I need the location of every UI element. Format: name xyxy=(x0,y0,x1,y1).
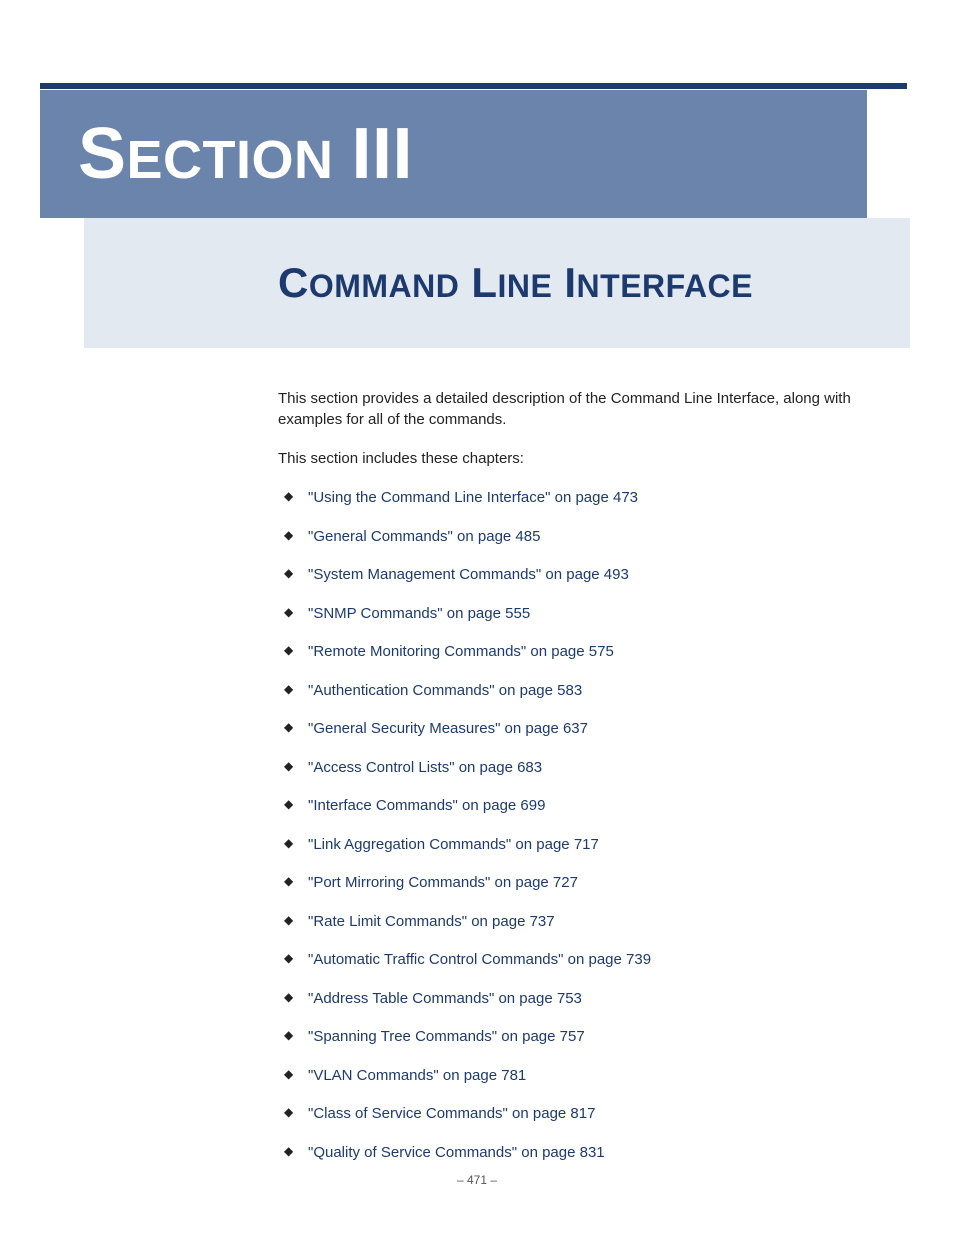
top-rule xyxy=(40,83,907,89)
chapter-link[interactable]: "Quality of Service Commands" on page 83… xyxy=(308,1144,605,1161)
chapter-link[interactable]: "SNMP Commands" on page 555 xyxy=(308,605,530,622)
chapter-link[interactable]: "Rate Limit Commands" on page 737 xyxy=(308,913,555,930)
list-item: "Address Table Commands" on page 753 xyxy=(278,988,878,1009)
list-item: "Automatic Traffic Control Commands" on … xyxy=(278,949,878,970)
list-item: "General Commands" on page 485 xyxy=(278,526,878,547)
section-rest: ECTION xyxy=(127,130,334,190)
chapter-link[interactable]: "Spanning Tree Commands" on page 757 xyxy=(308,1028,585,1045)
lead-paragraph: This section includes these chapters: xyxy=(278,448,878,469)
chapter-link[interactable]: "VLAN Commands" on page 781 xyxy=(308,1067,526,1084)
list-item: "Using the Command Line Interface" on pa… xyxy=(278,487,878,508)
intro-paragraph: This section provides a detailed descrip… xyxy=(278,388,878,430)
chapter-link[interactable]: "System Management Commands" on page 493 xyxy=(308,566,629,583)
chapter-link[interactable]: "General Commands" on page 485 xyxy=(308,528,540,545)
section-initial-s: S xyxy=(78,114,127,194)
content-area: This section provides a detailed descrip… xyxy=(278,388,878,1180)
page-title: COMMANDLINEINTERFACE xyxy=(278,259,753,307)
section-number: III xyxy=(352,114,414,194)
chapter-list: "Using the Command Line Interface" on pa… xyxy=(278,487,878,1163)
list-item: "System Management Commands" on page 493 xyxy=(278,564,878,585)
list-item: "General Security Measures" on page 637 xyxy=(278,718,878,739)
list-item: "SNMP Commands" on page 555 xyxy=(278,603,878,624)
chapter-link[interactable]: "Authentication Commands" on page 583 xyxy=(308,682,582,699)
section-banner: SECTION III xyxy=(40,90,867,218)
chapter-link[interactable]: "Using the Command Line Interface" on pa… xyxy=(308,489,638,506)
page-number: – 471 – xyxy=(0,1173,954,1187)
list-item: "Spanning Tree Commands" on page 757 xyxy=(278,1026,878,1047)
chapter-link[interactable]: "Port Mirroring Commands" on page 727 xyxy=(308,874,578,891)
list-item: "Remote Monitoring Commands" on page 575 xyxy=(278,641,878,662)
list-item: "Class of Service Commands" on page 817 xyxy=(278,1103,878,1124)
list-item: "Access Control Lists" on page 683 xyxy=(278,757,878,778)
chapter-link[interactable]: "Access Control Lists" on page 683 xyxy=(308,759,542,776)
section-label: SECTIONIII xyxy=(78,118,413,190)
list-item: "Quality of Service Commands" on page 83… xyxy=(278,1142,878,1163)
subtitle-banner: COMMANDLINEINTERFACE xyxy=(84,218,910,348)
chapter-link[interactable]: "Address Table Commands" on page 753 xyxy=(308,990,582,1007)
chapter-link[interactable]: "Automatic Traffic Control Commands" on … xyxy=(308,951,651,968)
chapter-link[interactable]: "General Security Measures" on page 637 xyxy=(308,720,588,737)
list-item: "VLAN Commands" on page 781 xyxy=(278,1065,878,1086)
chapter-link[interactable]: "Remote Monitoring Commands" on page 575 xyxy=(308,643,614,660)
list-item: "Rate Limit Commands" on page 737 xyxy=(278,911,878,932)
list-item: "Port Mirroring Commands" on page 727 xyxy=(278,872,878,893)
chapter-link[interactable]: "Link Aggregation Commands" on page 717 xyxy=(308,836,599,853)
chapter-link[interactable]: "Class of Service Commands" on page 817 xyxy=(308,1105,595,1122)
list-item: "Link Aggregation Commands" on page 717 xyxy=(278,834,878,855)
list-item: "Interface Commands" on page 699 xyxy=(278,795,878,816)
chapter-link[interactable]: "Interface Commands" on page 699 xyxy=(308,797,545,814)
list-item: "Authentication Commands" on page 583 xyxy=(278,680,878,701)
